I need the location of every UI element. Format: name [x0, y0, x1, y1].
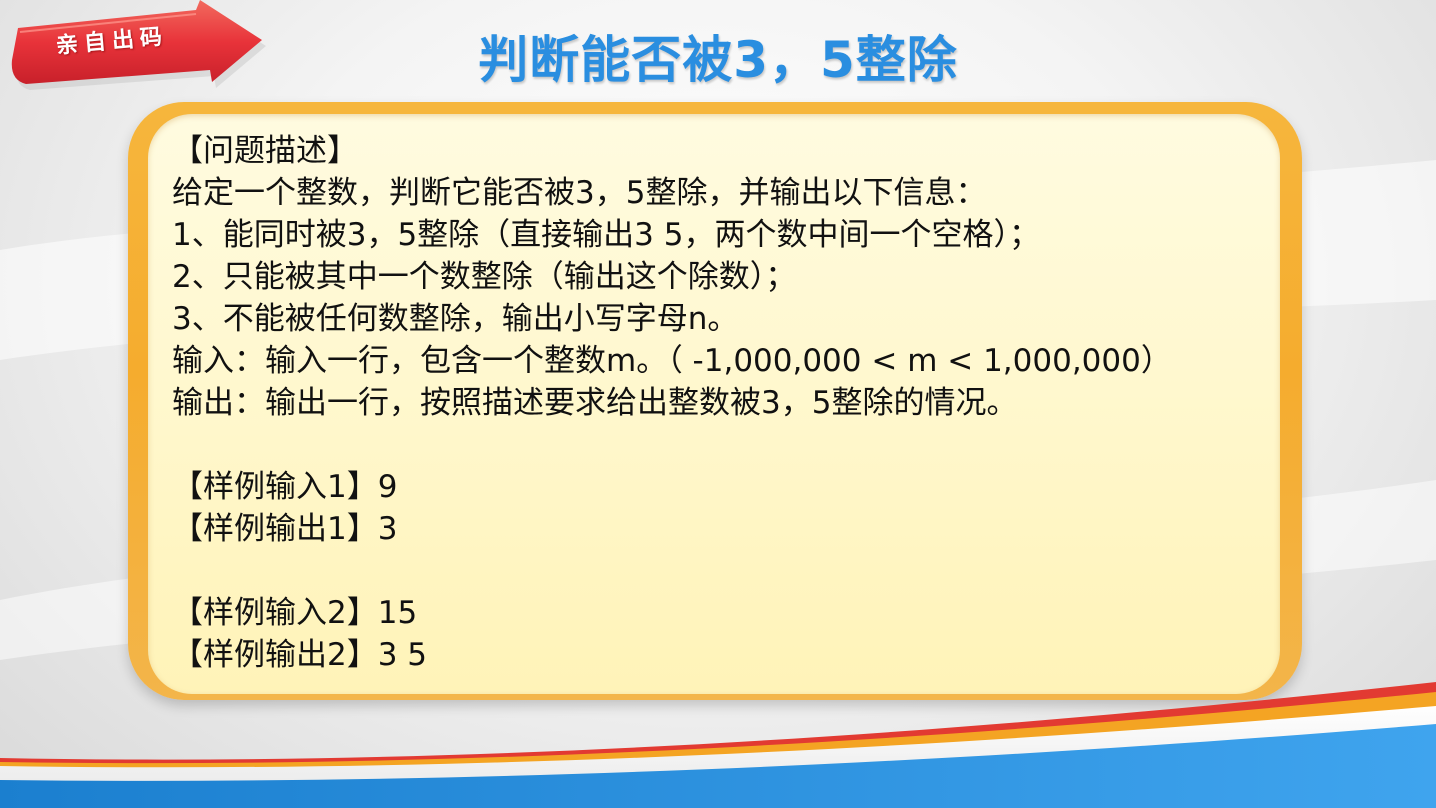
sample-output-1: 【样例输出1】3: [172, 511, 398, 547]
problem-line: 3、不能被任何数整除，输出小写字母n。: [172, 301, 739, 337]
sample-input-2: 【样例输入2】15: [172, 595, 418, 631]
problem-line: 2、只能被其中一个数整除（输出这个除数）；: [172, 259, 797, 295]
sample-input-1: 【样例输入1】9: [172, 469, 398, 505]
problem-line: 1、能同时被3，5整除（直接输出3 5，两个数中间一个空格）；: [172, 217, 1040, 253]
problem-text: 【问题描述】 给定一个整数，判断它能否被3，5整除，并输出以下信息： 1、能同时…: [172, 130, 1282, 676]
problem-line: 给定一个整数，判断它能否被3，5整除，并输出以下信息：: [172, 175, 987, 211]
output-spec-line: 输出：输出一行，按照描述要求给出整数被3，5整除的情况。: [172, 385, 1018, 421]
section-heading: 【问题描述】: [172, 133, 358, 169]
input-spec-line: 输入：输入一行，包含一个整数m。（ -1,000,000 < m < 1,000…: [172, 343, 1172, 379]
page-title: 判断能否被3，5整除: [478, 31, 958, 89]
slide: 亲自出码 判断能否被3，5整除 【问题描述】 给定一个整数，判断它能否被3，5整…: [0, 0, 1436, 808]
bottom-stripes: [0, 682, 1436, 808]
